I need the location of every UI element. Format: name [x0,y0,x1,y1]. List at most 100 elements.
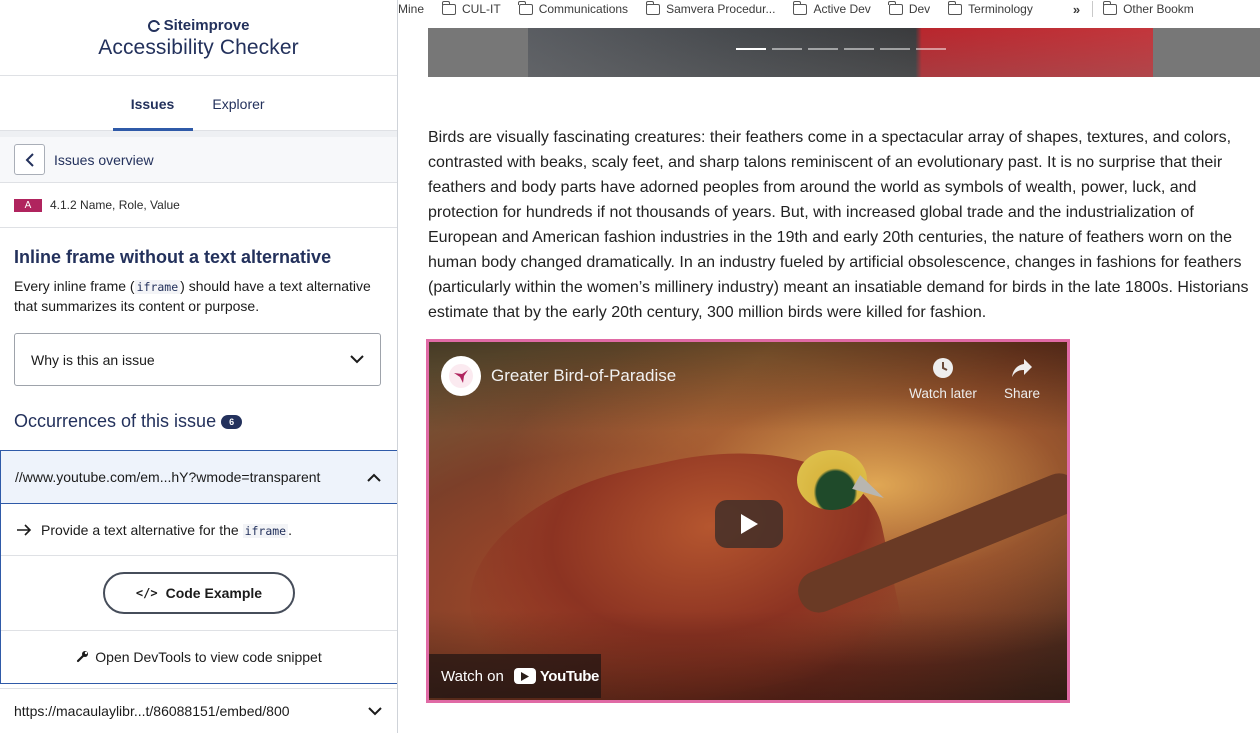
bookmark-label: Communications [538,2,629,16]
bookmark-active-dev[interactable]: Active Dev [793,0,871,16]
occurrence-url: https://macaulaylibr...t/86088151/embed/… [14,703,290,719]
share-label: Share [1003,386,1041,401]
bookmark-label: Terminology [968,2,1033,16]
hint-code: iframe [242,523,289,538]
carousel-dot[interactable] [808,48,838,50]
chevron-down-icon [350,355,364,364]
share-button[interactable]: Share [986,354,1058,401]
browser-content: Mine CUL-IT Communications Samvera Proce… [398,0,1260,733]
bookmark-other[interactable]: Other Bookm [1102,0,1194,16]
bookmark-label: CUL-IT [462,2,501,16]
hint-after: . [288,521,292,538]
folder-icon [1102,0,1118,15]
youtube-wordmark: YouTube [539,667,600,685]
success-criterion: A 4.1.2 Name, Role, Value [0,183,397,228]
carousel-indicators [736,48,946,50]
folder-icon [888,0,903,15]
carousel-dot[interactable] [772,48,802,50]
bookmark-cul-it[interactable]: CUL-IT [441,0,501,16]
app-title: Accessibility Checker [98,36,299,59]
folder-icon [947,0,963,15]
issue-desc-before: Every inline frame ( [14,278,135,294]
why-is-this-an-issue-dropdown[interactable]: Why is this an issue [14,333,381,386]
hummingbird-logo-icon [449,364,473,388]
share-icon [1012,359,1032,377]
issues-overview-label: Issues overview [54,151,154,168]
brand: Siteimprove [0,17,397,34]
hint-before: Provide a text alternative for the [41,521,243,538]
occurrence-item-expanded[interactable]: //www.youtube.com/em...hY?wmode=transpar… [0,450,397,504]
fix-hint: Provide a text alternative for the ifram… [1,504,397,556]
arrow-right-icon [17,523,32,536]
bookmark-label: Other Bookm [1123,2,1194,16]
bookmark-dev[interactable]: Dev [888,0,931,16]
bookmark-samvera[interactable]: Samvera Procedur... [645,0,776,16]
code-example-row: </> Code Example [1,556,397,631]
issues-overview-bar: Issues overview [0,137,397,183]
issue-description: Every inline frame (iframe) should have … [14,277,383,316]
article-paragraph: Birds are visually fascinating creatures… [428,129,1249,321]
back-button[interactable] [14,144,45,175]
occurrences-title: Occurrences of this issue [14,411,217,431]
devtools-label: Open DevTools to view code snippet [95,648,322,665]
play-button[interactable] [715,500,783,548]
carousel-dot[interactable] [844,48,874,50]
play-icon [741,514,758,534]
occurrences-heading: Occurrences of this issue 6 [14,411,383,432]
bookmark-label: Samvera Procedur... [666,2,776,16]
channel-avatar[interactable] [441,356,481,396]
occurrence-url: //www.youtube.com/em...hY?wmode=transpar… [15,469,321,485]
folder-icon [441,0,457,15]
carousel-dot[interactable] [880,48,910,50]
bookmark-label: Active Dev [813,2,871,16]
more-bookmarks-button[interactable]: » [1073,2,1080,17]
tab-explorer[interactable]: Explorer [193,76,285,130]
clock-icon [933,358,953,378]
app-root: Siteimprove Accessibility Checker Issues… [0,0,1260,733]
watch-later-label: Watch later [909,386,977,401]
bookmark-mine[interactable]: Mine [398,2,424,16]
video-title[interactable]: Greater Bird-of-Paradise [491,366,676,386]
code-example-label: Code Example [165,585,263,601]
bookmark-terminology[interactable]: Terminology [947,0,1033,16]
siteimprove-logo-icon [147,19,160,32]
why-label: Why is this an issue [31,351,155,368]
carousel-dot[interactable] [916,48,946,50]
criterion-label: 4.1.2 Name, Role, Value [50,198,180,212]
conformance-level-badge: A [14,198,42,212]
bookmarks-bar: Mine CUL-IT Communications Samvera Proce… [398,0,1260,18]
youtube-play-icon [513,668,536,684]
devtools-link[interactable]: Open DevTools to view code snippet [1,631,397,682]
folder-icon [793,0,808,15]
wrench-icon [77,651,89,663]
occurrence-item-collapsed[interactable]: https://macaulaylibr...t/86088151/embed/… [0,688,397,733]
panel-header: Siteimprove Accessibility Checker [0,0,397,76]
youtube-logo: YouTube [513,667,600,685]
watch-on-youtube-link[interactable]: Watch on YouTube [429,654,601,698]
issue-title: Inline frame without a text alternative [14,247,332,267]
chevron-down-icon [368,706,382,715]
brand-name: Siteimprove [163,17,250,34]
code-icon: </> [135,586,158,600]
youtube-embed-highlighted[interactable]: Greater Bird-of-Paradise Watch later Sha… [426,339,1070,703]
carousel-dot[interactable] [736,48,766,50]
folder-icon [645,0,661,15]
hero-carousel [428,28,1260,77]
chevron-up-icon [367,473,381,482]
panel-tabs: Issues Explorer [0,76,397,131]
accessibility-checker-panel: Siteimprove Accessibility Checker Issues… [0,0,398,733]
bookmark-label: Mine [398,2,425,16]
watch-later-button[interactable]: Watch later [907,354,979,401]
tab-issues[interactable]: Issues [112,76,193,131]
bookmark-label: Dev [908,2,931,16]
folder-icon [518,0,533,15]
watch-on-label: Watch on [441,667,504,685]
code-example-button[interactable]: </> Code Example [103,572,295,614]
fix-hint-text: Provide a text alternative for the ifram… [41,522,292,538]
bookmarks-divider [1092,1,1094,17]
occurrences-count-badge: 6 [221,414,243,429]
chevron-left-icon [25,152,34,167]
occurrence-details: Provide a text alternative for the ifram… [0,504,397,684]
issue-desc-code: iframe [134,280,181,294]
bookmark-communications[interactable]: Communications [518,0,629,16]
